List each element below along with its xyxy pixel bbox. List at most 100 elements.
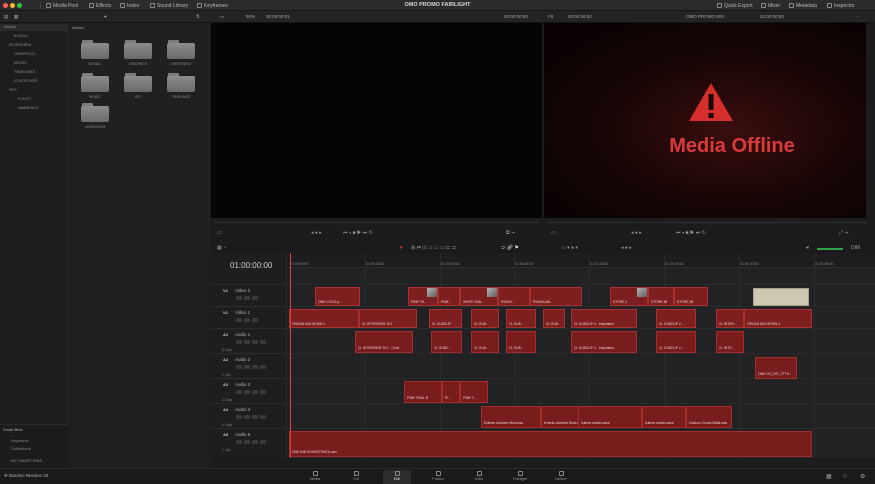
- marker-icon[interactable]: ◂ ● ▸: [621, 245, 632, 251]
- close-window-button[interactable]: [3, 3, 8, 8]
- fullscreen-icon[interactable]: ⤢ ⇥: [839, 230, 848, 236]
- edit-tools-icons[interactable]: ⊞ ⇄ ⊡ ▭ ▭ ▭ ⊏ ⊐: [411, 245, 456, 251]
- bin-item[interactable]: VOICEOVER: [0, 78, 68, 85]
- track-header-a2[interactable]: A2 Audio 2 1 Clip: [211, 353, 287, 378]
- video-clip[interactable]: PINE...: [438, 287, 460, 306]
- video-clip[interactable]: CL SUB...: [471, 309, 499, 328]
- folder-item[interactable]: SFX: [124, 73, 152, 99]
- quick-export-tab[interactable]: Quick Export: [717, 2, 753, 9]
- audio-clip[interactable]: CL SUBCLIP 4 - Inspiration...: [571, 331, 637, 353]
- audio-clip[interactable]: OMO VO_001_FTTH...: [755, 357, 797, 379]
- program-transport-controls[interactable]: ⏮ ◂ ■ ▶ ⏭ ↻: [676, 230, 706, 236]
- match-frame-icon[interactable]: ⧉ ⇥: [506, 230, 515, 236]
- page-tab-color[interactable]: Color: [465, 470, 493, 484]
- track-header-a1[interactable]: A1 Audio 1 8 Clips: [211, 328, 287, 353]
- media-pool-tab[interactable]: Media Pool: [46, 2, 78, 9]
- bin-item[interactable]: MUSIC: [0, 60, 68, 67]
- bin-item[interactable]: TIMELINES: [0, 69, 68, 76]
- mixer-tab[interactable]: Mixer: [761, 2, 780, 9]
- video-clip[interactable]: WHITE SAN...: [460, 287, 498, 306]
- smart-bin-keywords[interactable]: Keywords: [0, 438, 68, 445]
- bin-item[interactable]: B-ROLL: [0, 33, 68, 40]
- bin-item[interactable]: SFX: [0, 87, 68, 94]
- fit-select[interactable]: Fit: [548, 14, 553, 19]
- video-clip[interactable]: STORE 2B: [674, 287, 708, 306]
- list-view-icon[interactable]: ▤: [4, 14, 8, 20]
- viewer-mode-icon[interactable]: ▭: [217, 230, 222, 236]
- inspector-tab[interactable]: Inspector: [827, 2, 855, 9]
- audio-clip[interactable]: Interior ambie.wave: [642, 406, 686, 428]
- video-clip[interactable]: CL SUBCLIP 2 -...: [656, 309, 696, 328]
- source-viewer[interactable]: [211, 23, 542, 218]
- audio-clip[interactable]: CL SUB...: [471, 331, 499, 353]
- volume-slider[interactable]: [817, 248, 843, 250]
- playhead[interactable]: [290, 253, 291, 458]
- video-clip[interactable]: CL INTERVIEW TILT: [359, 309, 417, 328]
- audio-clip[interactable]: CL INTERVIEW TILT - Chris: [355, 331, 413, 353]
- audio-clip[interactable]: Outdoor Crowd Walla.wav: [686, 406, 732, 428]
- video-clip[interactable]: STORE 3B: [648, 287, 674, 306]
- metadata-tab[interactable]: Metadata: [789, 2, 817, 9]
- video-clip[interactable]: PINA BLAN...: [530, 287, 582, 306]
- folder-item[interactable]: MUSIC: [81, 73, 109, 99]
- snap-icon[interactable]: ⊃ 🔗︎ ⚑: [501, 245, 519, 251]
- bin-item[interactable]: AMBIENCE: [0, 105, 68, 112]
- clip-mode-icon[interactable]: ▭: [551, 230, 556, 236]
- page-tab-media[interactable]: Media: [301, 470, 329, 484]
- smart-bin-my-smart-bins[interactable]: MY SMART BINS: [0, 458, 68, 465]
- smart-bin-collections[interactable]: Collections: [0, 446, 68, 453]
- audio-clip[interactable]: CL SUBC...: [431, 331, 462, 353]
- video-clip[interactable]: CL SUBCLIP: [429, 309, 462, 328]
- video-clip[interactable]: CL SUB...: [543, 309, 565, 328]
- timeline-viewer[interactable]: Media Offline: [544, 23, 866, 218]
- thumbnail-view-icon[interactable]: ▦: [14, 14, 18, 20]
- settings-icon[interactable]: ⚙: [860, 473, 865, 480]
- track-header-a4[interactable]: A4 Audio 4 5 Clips: [211, 403, 287, 428]
- selection-tool-icon[interactable]: ➤: [399, 245, 403, 251]
- title-clip[interactable]: [753, 288, 809, 306]
- flag-icon[interactable]: ▭ ▾ ● ▾: [561, 245, 578, 251]
- folder-item[interactable]: VOICEOVER: [81, 103, 109, 129]
- index-tab[interactable]: Index: [120, 2, 139, 9]
- audio-clip[interactable]: CL SUBCLIP 2...: [656, 331, 696, 353]
- track-header-a3[interactable]: A3 Audio 3 4 Clips: [211, 378, 287, 403]
- video-clip[interactable]: ORGAN MOUNTAIN 1: [289, 309, 359, 328]
- minimize-window-button[interactable]: [10, 3, 15, 8]
- video-clip[interactable]: CL INTER...: [716, 309, 744, 328]
- jog-wheel[interactable]: ◂ ● ▸: [311, 230, 322, 236]
- program-jog-wheel[interactable]: ◂ ● ▸: [631, 230, 642, 236]
- timeline-ruler[interactable]: 01:00:00:00 01:00:15:00 01:00:30:00 01:0…: [288, 253, 875, 268]
- more-options-icon[interactable]: ⋯: [855, 14, 860, 20]
- audio-clip[interactable]: PINE T...: [460, 381, 488, 403]
- audio-clip[interactable]: ONE MIN SOUNDTRACK.wav: [289, 431, 812, 457]
- audio-clip[interactable]: PI...: [442, 381, 460, 403]
- timeline-area[interactable]: 01:00:00:00 01:00:15:00 01:00:30:00 01:0…: [288, 253, 875, 458]
- transport-controls[interactable]: ⏮ ◂ ■ ▶ ⏭ ↻: [343, 230, 373, 236]
- audio-clip[interactable]: CL SUB...: [506, 331, 536, 353]
- bin-item[interactable]: FOLEY: [0, 96, 68, 103]
- project-manager-icon[interactable]: ▦: [826, 473, 832, 480]
- track-header-v2[interactable]: V2 Video 2: [211, 284, 287, 306]
- folder-item[interactable]: B-ROLL: [81, 40, 109, 66]
- zoom-window-button[interactable]: [17, 3, 22, 8]
- sort-icon[interactable]: ⇅: [196, 14, 200, 20]
- audio-clip[interactable]: Interior ambie.wave: [578, 406, 642, 428]
- audio-clip[interactable]: CL INTE...: [716, 331, 744, 353]
- timeline-view-icon[interactable]: ▦ ◔: [217, 245, 226, 251]
- volume-icon[interactable]: 🔊︎: [806, 245, 809, 251]
- video-clip[interactable]: PINE TR...: [408, 287, 438, 306]
- page-tab-cut[interactable]: Cut: [342, 470, 370, 484]
- video-clip[interactable]: CL SUB...: [506, 309, 536, 328]
- page-tab-fairlight[interactable]: Fairlight: [506, 470, 534, 484]
- video-clip[interactable]: STORE 2: [610, 287, 648, 306]
- keyframes-tab[interactable]: Keyframes: [197, 2, 228, 9]
- timeline-name-select[interactable]: OMO PROMO MIX: [686, 14, 724, 19]
- folder-item[interactable]: INTERVIEW: [167, 40, 195, 66]
- audio-clip[interactable]: PINE TRAIL B: [404, 381, 442, 403]
- audio-clip[interactable]: Exterior Ambient Wind.wav: [481, 406, 541, 428]
- video-clip[interactable]: ORGAN MOUNTAIN 1: [744, 309, 812, 328]
- track-header-v1[interactable]: V1 Video 1: [211, 306, 287, 328]
- page-tab-fusion[interactable]: Fusion: [424, 470, 452, 484]
- dim-icon[interactable]: DIM: [851, 245, 860, 251]
- effects-tab[interactable]: Effects: [89, 2, 111, 9]
